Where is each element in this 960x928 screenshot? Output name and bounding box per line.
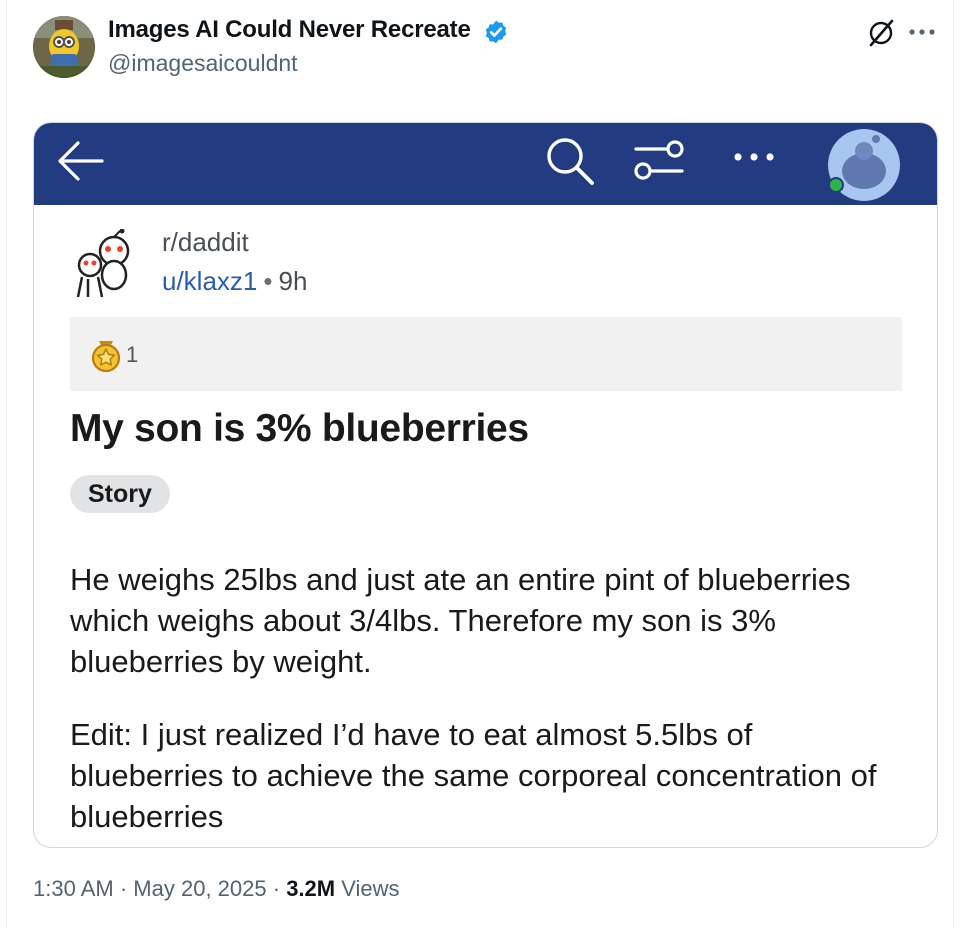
award-count: 1 <box>126 342 139 367</box>
frame-border-right <box>953 0 954 928</box>
post-body-paragraph: He weighs 25lbs and just ate an entire p… <box>70 562 851 679</box>
views-label: Views <box>341 876 400 901</box>
tweet-date[interactable]: May 20, 2025 <box>133 876 266 901</box>
post-age: 9h <box>278 266 308 296</box>
award-strip: 1 <box>70 317 902 391</box>
post-author-link[interactable]: u/klaxz1 <box>162 266 257 296</box>
award-icon[interactable] <box>88 337 124 373</box>
views-count: 3.2M <box>286 876 336 901</box>
tweet-time[interactable]: 1:30 AM <box>33 876 114 901</box>
filter-icon[interactable] <box>630 135 688 185</box>
author-display-name[interactable]: Images AI Could Never Recreate <box>108 16 471 44</box>
grok-icon[interactable] <box>866 18 896 48</box>
subreddit-name[interactable]: r/daddit <box>162 227 249 258</box>
subreddit-icon[interactable] <box>70 229 140 301</box>
user-avatar-icon[interactable] <box>824 127 904 203</box>
footer-separator: · <box>272 876 281 901</box>
post-body-paragraph: Edit: I just realized I’d have to eat al… <box>70 717 877 834</box>
embedded-image-card[interactable]: r/daddit u/klaxz1 • 9h 1 My son is 3% blue… <box>33 122 938 848</box>
author-avatar[interactable] <box>33 16 95 78</box>
reddit-app-bar <box>34 123 937 205</box>
search-icon[interactable] <box>542 133 598 189</box>
tweet-footer: 1:30 AM · May 20, 2025 · 3.2M Views <box>33 876 400 902</box>
post-flair[interactable]: Story <box>70 475 170 513</box>
frame-border-left <box>6 0 7 928</box>
footer-separator: · <box>119 876 128 901</box>
verified-badge-icon <box>485 20 507 44</box>
more-options-icon[interactable] <box>906 20 938 44</box>
author-handle[interactable]: @imagesaicouldnt <box>108 50 298 77</box>
back-arrow-icon[interactable] <box>50 131 110 191</box>
post-body: He weighs 25lbs and just ate an entire p… <box>70 559 910 847</box>
post-meta: u/klaxz1 • 9h <box>162 266 307 297</box>
meta-separator: • <box>263 266 273 296</box>
post-title[interactable]: My son is 3% blueberries <box>70 407 529 451</box>
more-dots-icon[interactable] <box>728 145 780 169</box>
